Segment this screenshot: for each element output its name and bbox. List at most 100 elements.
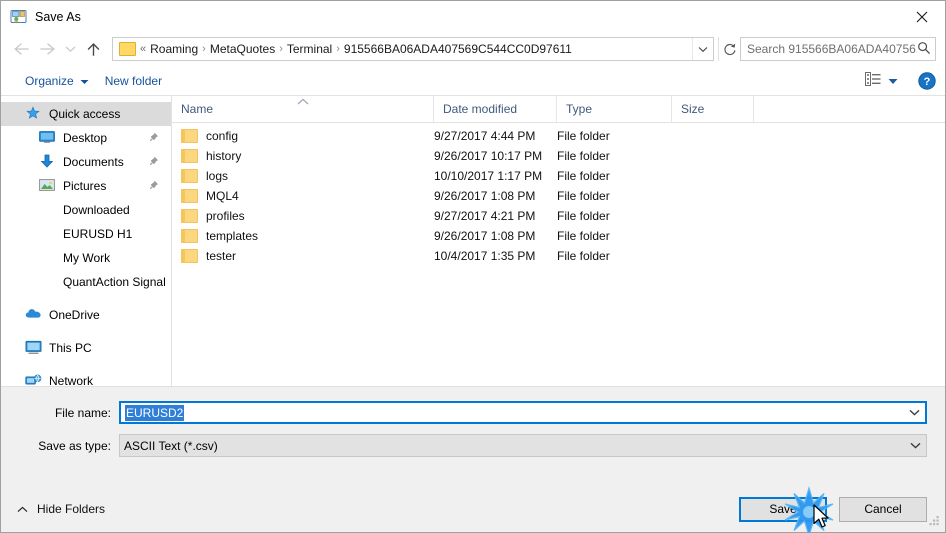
sidebar-item-desktop[interactable]: Desktop xyxy=(1,126,171,150)
file-date: 9/26/2017 1:08 PM xyxy=(434,229,536,243)
close-button[interactable] xyxy=(899,1,945,32)
folder-icon xyxy=(39,250,56,266)
file-name-cell: templates xyxy=(172,229,434,243)
table-row[interactable]: config 9/27/2017 4:44 PM File folder xyxy=(172,126,945,146)
file-name: profiles xyxy=(206,209,245,223)
table-row[interactable]: history 9/26/2017 10:17 PM File folder xyxy=(172,146,945,166)
address-chevron-down-icon[interactable] xyxy=(692,38,712,60)
table-row[interactable]: MQL4 9/26/2017 1:08 PM File folder xyxy=(172,186,945,206)
recent-locations-button[interactable] xyxy=(60,36,80,62)
pin-icon xyxy=(148,132,159,143)
breadcrumb-item-terminal[interactable]: Terminal xyxy=(284,42,335,56)
save-as-icon xyxy=(10,8,27,25)
folder-icon xyxy=(181,169,198,183)
dialog-body: Quick access Desktop Documents Pictures … xyxy=(1,96,945,386)
column-header-label: Size xyxy=(681,102,705,116)
forward-button[interactable] xyxy=(34,36,60,62)
search-box[interactable]: Search 915566BA06ADA40756... xyxy=(740,37,936,61)
file-name-chevron-down-icon[interactable] xyxy=(903,409,925,416)
command-bar: Organize New folder ? xyxy=(1,66,945,96)
pin-icon xyxy=(148,156,159,167)
save-button[interactable]: Save xyxy=(739,496,827,522)
refresh-icon[interactable] xyxy=(718,37,740,61)
save-as-type-select[interactable]: ASCII Text (*.csv) xyxy=(119,434,927,457)
sidebar-item-pictures[interactable]: Pictures xyxy=(1,174,171,198)
file-type: File folder xyxy=(557,249,610,263)
hide-folders-button[interactable]: Hide Folders xyxy=(13,498,109,520)
address-bar[interactable]: « Roaming › MetaQuotes › Terminal › 9155… xyxy=(112,37,714,61)
sidebar-item-eurusd-h1[interactable]: EURUSD H1 xyxy=(1,222,171,246)
save-as-type-chevron-down-icon[interactable] xyxy=(904,442,926,449)
file-name-input[interactable]: EURUSD2 xyxy=(119,401,927,424)
view-caret-down-icon xyxy=(888,74,898,88)
up-button[interactable] xyxy=(80,36,106,62)
breadcrumb-item-roaming[interactable]: Roaming xyxy=(147,42,201,56)
this-pc-icon xyxy=(25,340,42,356)
sidebar-label: My Work xyxy=(63,251,111,265)
address-folder-icon xyxy=(119,42,136,56)
file-name: MQL4 xyxy=(206,189,239,203)
save-label: Save xyxy=(769,502,797,516)
sidebar-label: Desktop xyxy=(63,131,108,145)
column-header-type[interactable]: Type xyxy=(557,96,672,122)
sidebar-item-documents[interactable]: Documents xyxy=(1,150,171,174)
file-type: File folder xyxy=(557,169,610,183)
save-form: File name: EURUSD2 Save as type: ASCII T… xyxy=(1,386,945,486)
file-name-cell: config xyxy=(172,129,434,143)
search-input[interactable]: Search 915566BA06ADA40756... xyxy=(747,42,917,56)
cancel-label: Cancel xyxy=(864,502,902,516)
folder-icon xyxy=(181,189,198,203)
table-row[interactable]: tester 10/4/2017 1:35 PM File folder xyxy=(172,246,945,266)
organize-button[interactable]: Organize xyxy=(17,71,97,91)
file-type: File folder xyxy=(557,189,610,203)
column-header-date-modified[interactable]: Date modified xyxy=(434,96,557,122)
column-header-size[interactable]: Size xyxy=(672,96,754,122)
breadcrumb-overflow[interactable]: « xyxy=(139,43,147,55)
sidebar-item-my-work[interactable]: My Work xyxy=(1,246,171,270)
file-name-value[interactable]: EURUSD2 xyxy=(125,404,185,421)
file-date: 9/26/2017 1:08 PM xyxy=(434,189,536,203)
file-rows: config 9/27/2017 4:44 PM File folder his… xyxy=(172,123,945,386)
file-name-cell: MQL4 xyxy=(172,189,434,203)
sidebar-item-downloaded[interactable]: Downloaded xyxy=(1,198,171,222)
column-header-name[interactable]: Name xyxy=(172,96,434,122)
search-icon[interactable] xyxy=(917,41,931,58)
folder-icon xyxy=(181,149,198,163)
organize-label: Organize xyxy=(25,73,74,88)
file-name: history xyxy=(206,149,242,163)
help-icon[interactable]: ? xyxy=(918,71,936,90)
cancel-button[interactable]: Cancel xyxy=(839,496,927,522)
resize-grip-icon[interactable] xyxy=(929,514,941,529)
sidebar-item-this-pc[interactable]: This PC xyxy=(1,336,171,360)
view-options-button[interactable] xyxy=(859,70,904,91)
new-folder-button[interactable]: New folder xyxy=(97,71,170,91)
sidebar-item-quantaction-signal[interactable]: QuantAction Signal xyxy=(1,270,171,294)
save-as-dialog: Save As « Roaming › MetaQuotes › Termina… xyxy=(0,0,946,533)
table-row[interactable]: profiles 9/27/2017 4:21 PM File folder xyxy=(172,206,945,226)
save-as-type-value: ASCII Text (*.csv) xyxy=(124,438,218,453)
sidebar-item-network[interactable]: Network xyxy=(1,369,171,386)
chevron-up-icon xyxy=(17,502,28,516)
file-name-label: File name: xyxy=(54,405,111,420)
sidebar-item-quick-access[interactable]: Quick access xyxy=(1,102,171,126)
breadcrumb-item-metaquotes[interactable]: MetaQuotes xyxy=(207,42,278,56)
table-row[interactable]: logs 10/10/2017 1:17 PM File folder xyxy=(172,166,945,186)
file-list: Name Date modified Type Size config 9/27… xyxy=(172,96,945,386)
documents-icon xyxy=(39,154,56,170)
file-name-cell: logs xyxy=(172,169,434,183)
folder-icon xyxy=(39,202,56,218)
file-name: tester xyxy=(206,249,237,263)
file-type: File folder xyxy=(557,129,610,143)
sidebar-label: This PC xyxy=(49,341,92,355)
sidebar-item-onedrive[interactable]: OneDrive xyxy=(1,303,171,327)
sidebar-label: OneDrive xyxy=(49,308,100,322)
table-row[interactable]: templates 9/26/2017 1:08 PM File folder xyxy=(172,226,945,246)
file-name-cell: profiles xyxy=(172,209,434,223)
breadcrumb-item-instance[interactable]: 915566BA06ADA407569C544CC0D97611 xyxy=(341,42,575,56)
back-button[interactable] xyxy=(8,36,34,62)
file-name-row: File name: EURUSD2 xyxy=(1,401,945,424)
file-name: config xyxy=(206,129,239,143)
file-type: File folder xyxy=(557,209,610,223)
sidebar-label: Quick access xyxy=(49,107,121,121)
